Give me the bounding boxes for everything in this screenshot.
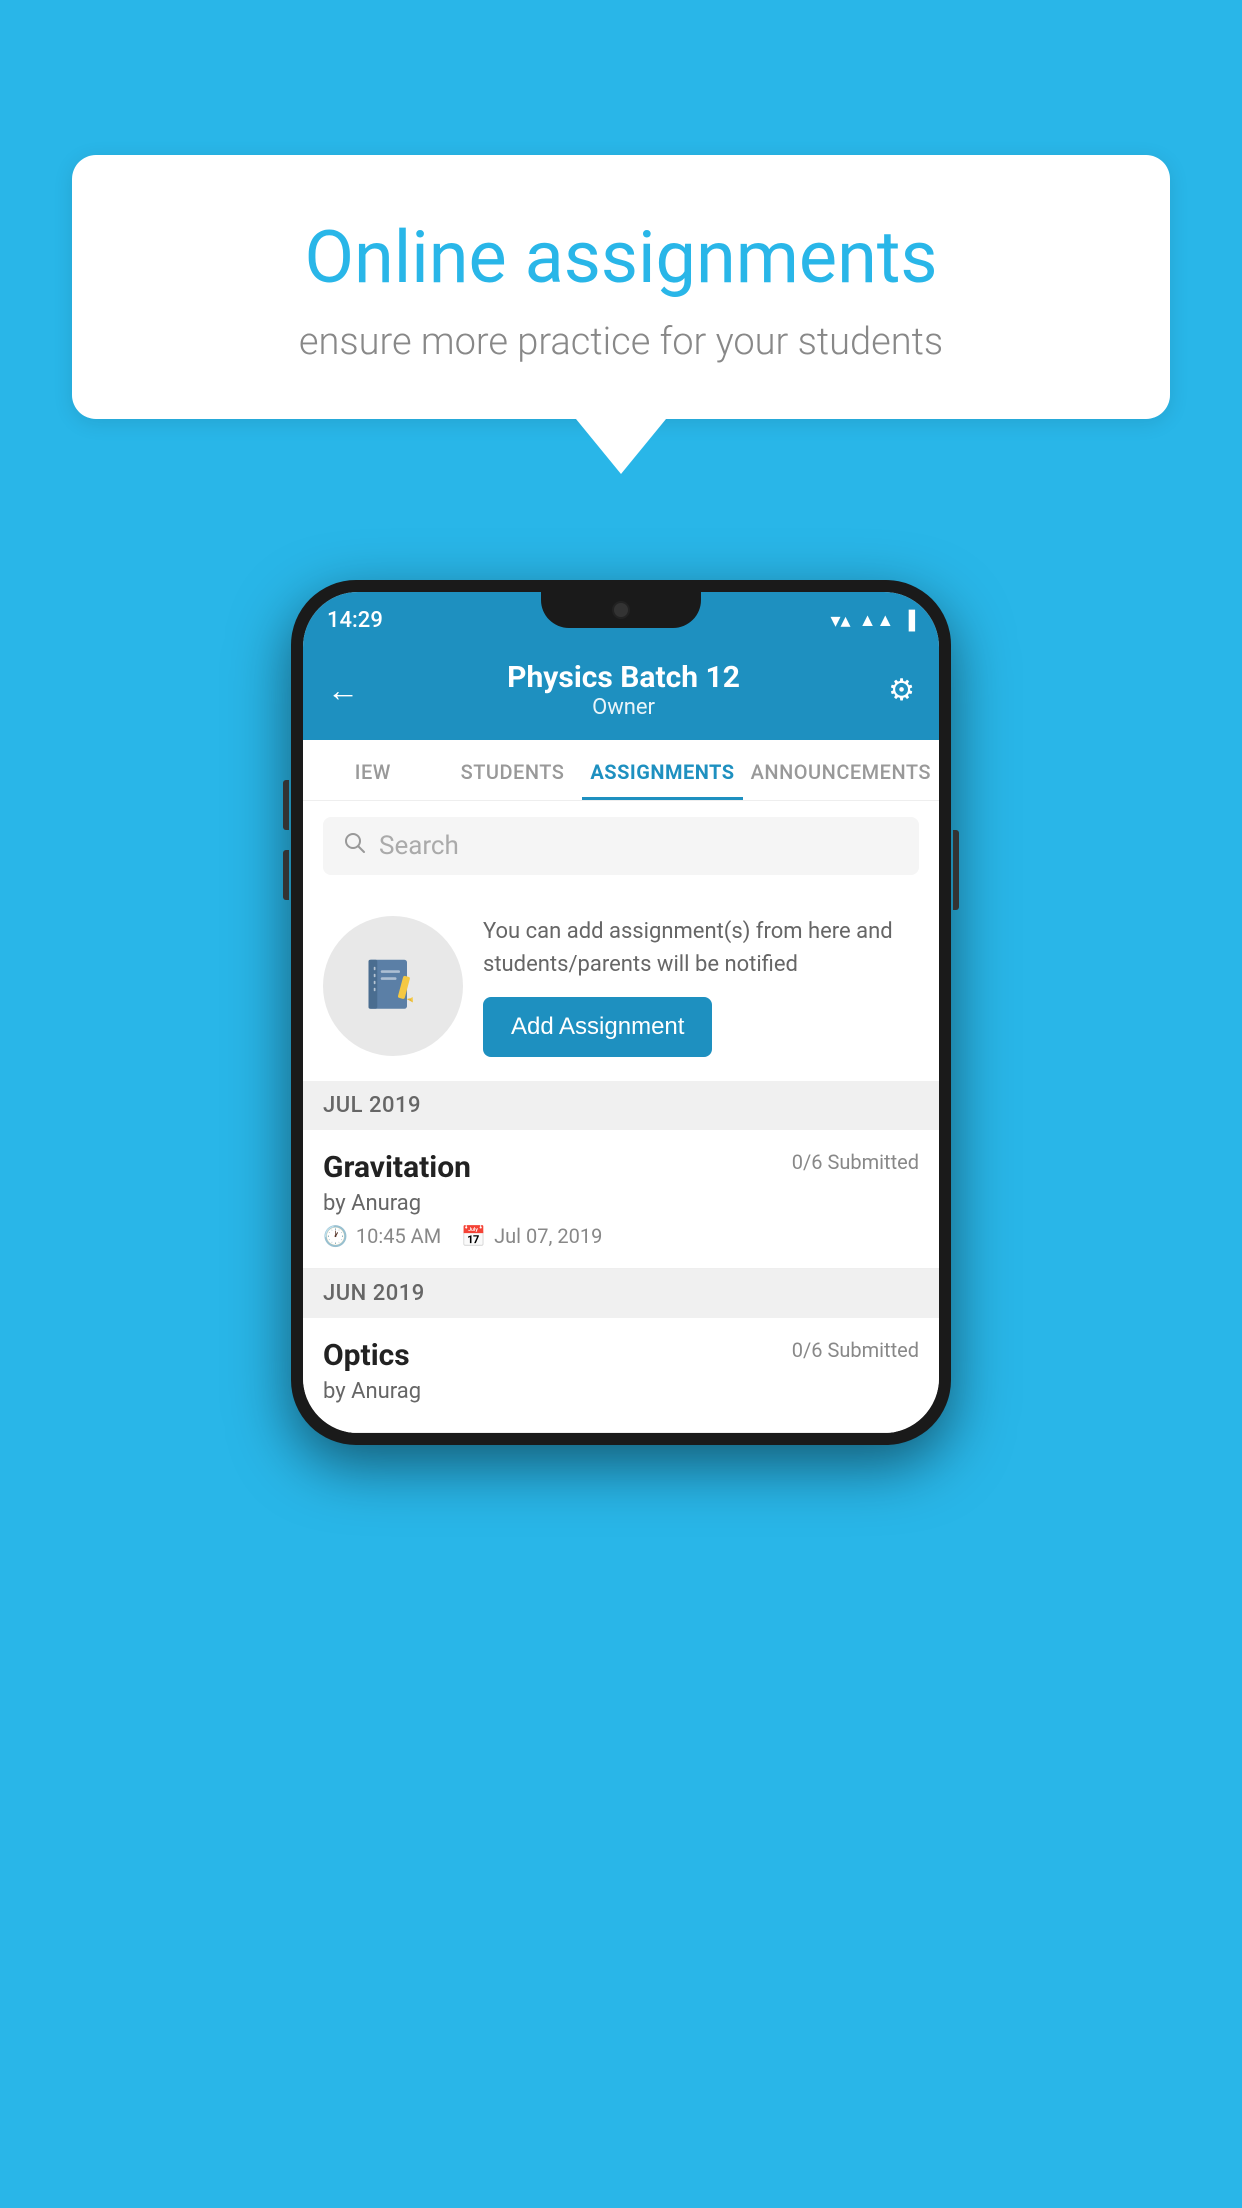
speech-bubble-title: Online assignments xyxy=(132,215,1110,300)
header-center: Physics Batch 12 Owner xyxy=(507,660,740,720)
assignment-meta: 🕐 10:45 AM 📅 Jul 07, 2019 xyxy=(323,1224,919,1248)
promo-text: You can add assignment(s) from here and … xyxy=(483,915,919,981)
phone-camera xyxy=(612,601,630,619)
tab-assignments[interactable]: ASSIGNMENTS xyxy=(582,740,742,800)
clock-icon: 🕐 xyxy=(323,1224,348,1248)
notebook-icon xyxy=(358,951,428,1021)
phone-power-button xyxy=(953,830,959,910)
month-header-jun: JUN 2019 xyxy=(303,1269,939,1318)
tab-announcements[interactable]: ANNOUNCEMENTS xyxy=(743,740,939,800)
search-icon xyxy=(343,831,367,861)
assignment-name: Gravitation xyxy=(323,1150,471,1185)
assignment-submitted-optics: 0/6 Submitted xyxy=(792,1338,919,1362)
assignment-name-optics: Optics xyxy=(323,1338,410,1373)
speech-bubble-tail xyxy=(576,419,666,474)
assignment-by-optics: by Anurag xyxy=(323,1379,919,1404)
assignment-item-gravitation[interactable]: Gravitation 0/6 Submitted by Anurag 🕐 10… xyxy=(303,1130,939,1269)
assignment-time-value: 10:45 AM xyxy=(356,1224,441,1248)
speech-bubble-subtitle: ensure more practice for your students xyxy=(132,320,1110,364)
tab-iew[interactable]: IEW xyxy=(303,740,443,800)
phone-wrapper: 14:29 ▾▴ ▲▲ ▐ ← Physics Batch 12 Owner ⚙ xyxy=(291,580,951,1445)
calendar-icon: 📅 xyxy=(461,1224,486,1248)
assignment-row-top-optics: Optics 0/6 Submitted xyxy=(323,1338,919,1373)
wifi-icon: ▾▴ xyxy=(831,608,851,632)
app-header: ← Physics Batch 12 Owner ⚙ xyxy=(303,644,939,740)
status-icons: ▾▴ ▲▲ ▐ xyxy=(831,608,915,632)
add-assignment-button[interactable]: Add Assignment xyxy=(483,997,712,1057)
phone-screen: 14:29 ▾▴ ▲▲ ▐ ← Physics Batch 12 Owner ⚙ xyxy=(303,592,939,1433)
status-time: 14:29 xyxy=(327,608,383,633)
assignment-submitted: 0/6 Submitted xyxy=(792,1150,919,1174)
header-title: Physics Batch 12 xyxy=(507,660,740,695)
promo-content: You can add assignment(s) from here and … xyxy=(483,915,919,1057)
search-container: Search xyxy=(303,801,939,891)
back-button[interactable]: ← xyxy=(327,671,359,709)
settings-icon[interactable]: ⚙ xyxy=(888,673,915,708)
tabs-bar: IEW STUDENTS ASSIGNMENTS ANNOUNCEMENTS xyxy=(303,740,939,801)
assignment-row-top: Gravitation 0/6 Submitted xyxy=(323,1150,919,1185)
header-subtitle: Owner xyxy=(507,695,740,720)
promo-section: You can add assignment(s) from here and … xyxy=(303,891,939,1081)
assignment-item-optics[interactable]: Optics 0/6 Submitted by Anurag xyxy=(303,1318,939,1433)
search-input[interactable]: Search xyxy=(379,831,459,861)
phone-volume-down-button xyxy=(283,850,289,900)
promo-icon-circle xyxy=(323,916,463,1056)
tab-students[interactable]: STUDENTS xyxy=(443,740,583,800)
assignment-date-value: Jul 07, 2019 xyxy=(494,1224,602,1248)
assignment-by: by Anurag xyxy=(323,1191,919,1216)
battery-icon: ▐ xyxy=(902,610,915,631)
phone-frame: 14:29 ▾▴ ▲▲ ▐ ← Physics Batch 12 Owner ⚙ xyxy=(291,580,951,1445)
speech-bubble-container: Online assignments ensure more practice … xyxy=(72,155,1170,474)
search-bar[interactable]: Search xyxy=(323,817,919,875)
month-header-jul: JUL 2019 xyxy=(303,1081,939,1130)
assignment-time: 🕐 10:45 AM xyxy=(323,1224,441,1248)
assignment-date: 📅 Jul 07, 2019 xyxy=(461,1224,602,1248)
phone-notch xyxy=(541,592,701,628)
phone-volume-up-button xyxy=(283,780,289,830)
speech-bubble: Online assignments ensure more practice … xyxy=(72,155,1170,419)
signal-icon: ▲▲ xyxy=(859,610,895,631)
